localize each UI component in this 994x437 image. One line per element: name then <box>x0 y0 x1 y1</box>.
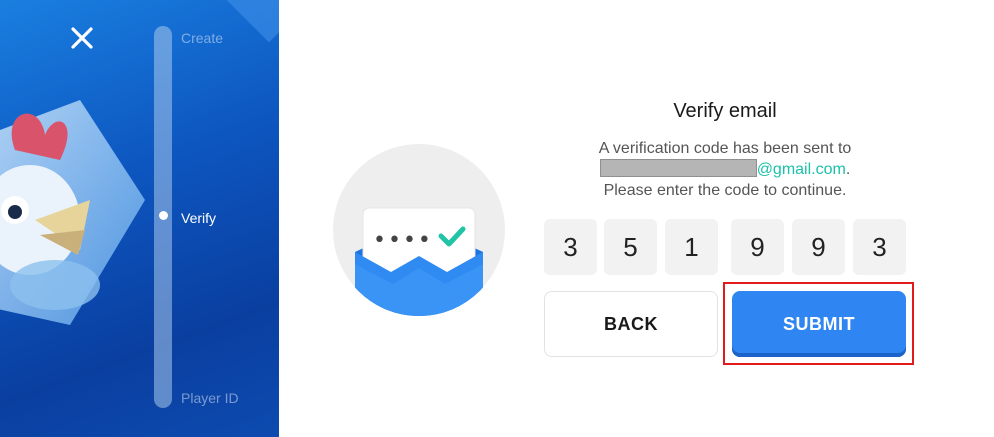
code-digit-4[interactable]: 9 <box>731 219 784 275</box>
masked-code-dots: •••• <box>373 228 433 253</box>
description-line-1: A verification code has been sent to <box>598 140 852 157</box>
code-digit-3[interactable]: 1 <box>665 219 718 275</box>
code-input-group: 3 5 1 9 9 3 <box>544 219 906 275</box>
step-player-id: Player ID <box>181 390 239 406</box>
email-suffix: . <box>845 161 851 178</box>
corner-decoration <box>226 0 279 43</box>
submit-button[interactable]: SUBMIT <box>732 291 906 357</box>
step-create: Create <box>181 30 224 46</box>
mascot-artwork <box>0 100 145 325</box>
progress-dot <box>159 211 168 220</box>
code-digit-5[interactable]: 9 <box>792 219 845 275</box>
redacted-email-user <box>599 159 757 177</box>
back-button[interactable]: BACK <box>544 291 718 357</box>
code-digit-2[interactable]: 5 <box>604 219 657 275</box>
description-line-3: Please enter the code to continue. <box>603 182 847 199</box>
envelope-check-icon: •••• <box>355 207 483 316</box>
verification-description: A verification code has been sent to @gm… <box>544 138 906 201</box>
sidebar-panel: Create Verify Player ID <box>0 0 279 437</box>
close-button[interactable] <box>66 22 98 54</box>
email-line: @gmail.com. <box>544 159 906 180</box>
envelope-illustration: •••• <box>333 144 505 316</box>
step-verify: Verify <box>181 210 217 226</box>
page-title: Verify email <box>673 100 777 122</box>
close-icon <box>71 27 93 49</box>
code-digit-1[interactable]: 3 <box>544 219 597 275</box>
code-digit-6[interactable]: 3 <box>853 219 906 275</box>
email-domain: @gmail.com <box>756 161 846 178</box>
